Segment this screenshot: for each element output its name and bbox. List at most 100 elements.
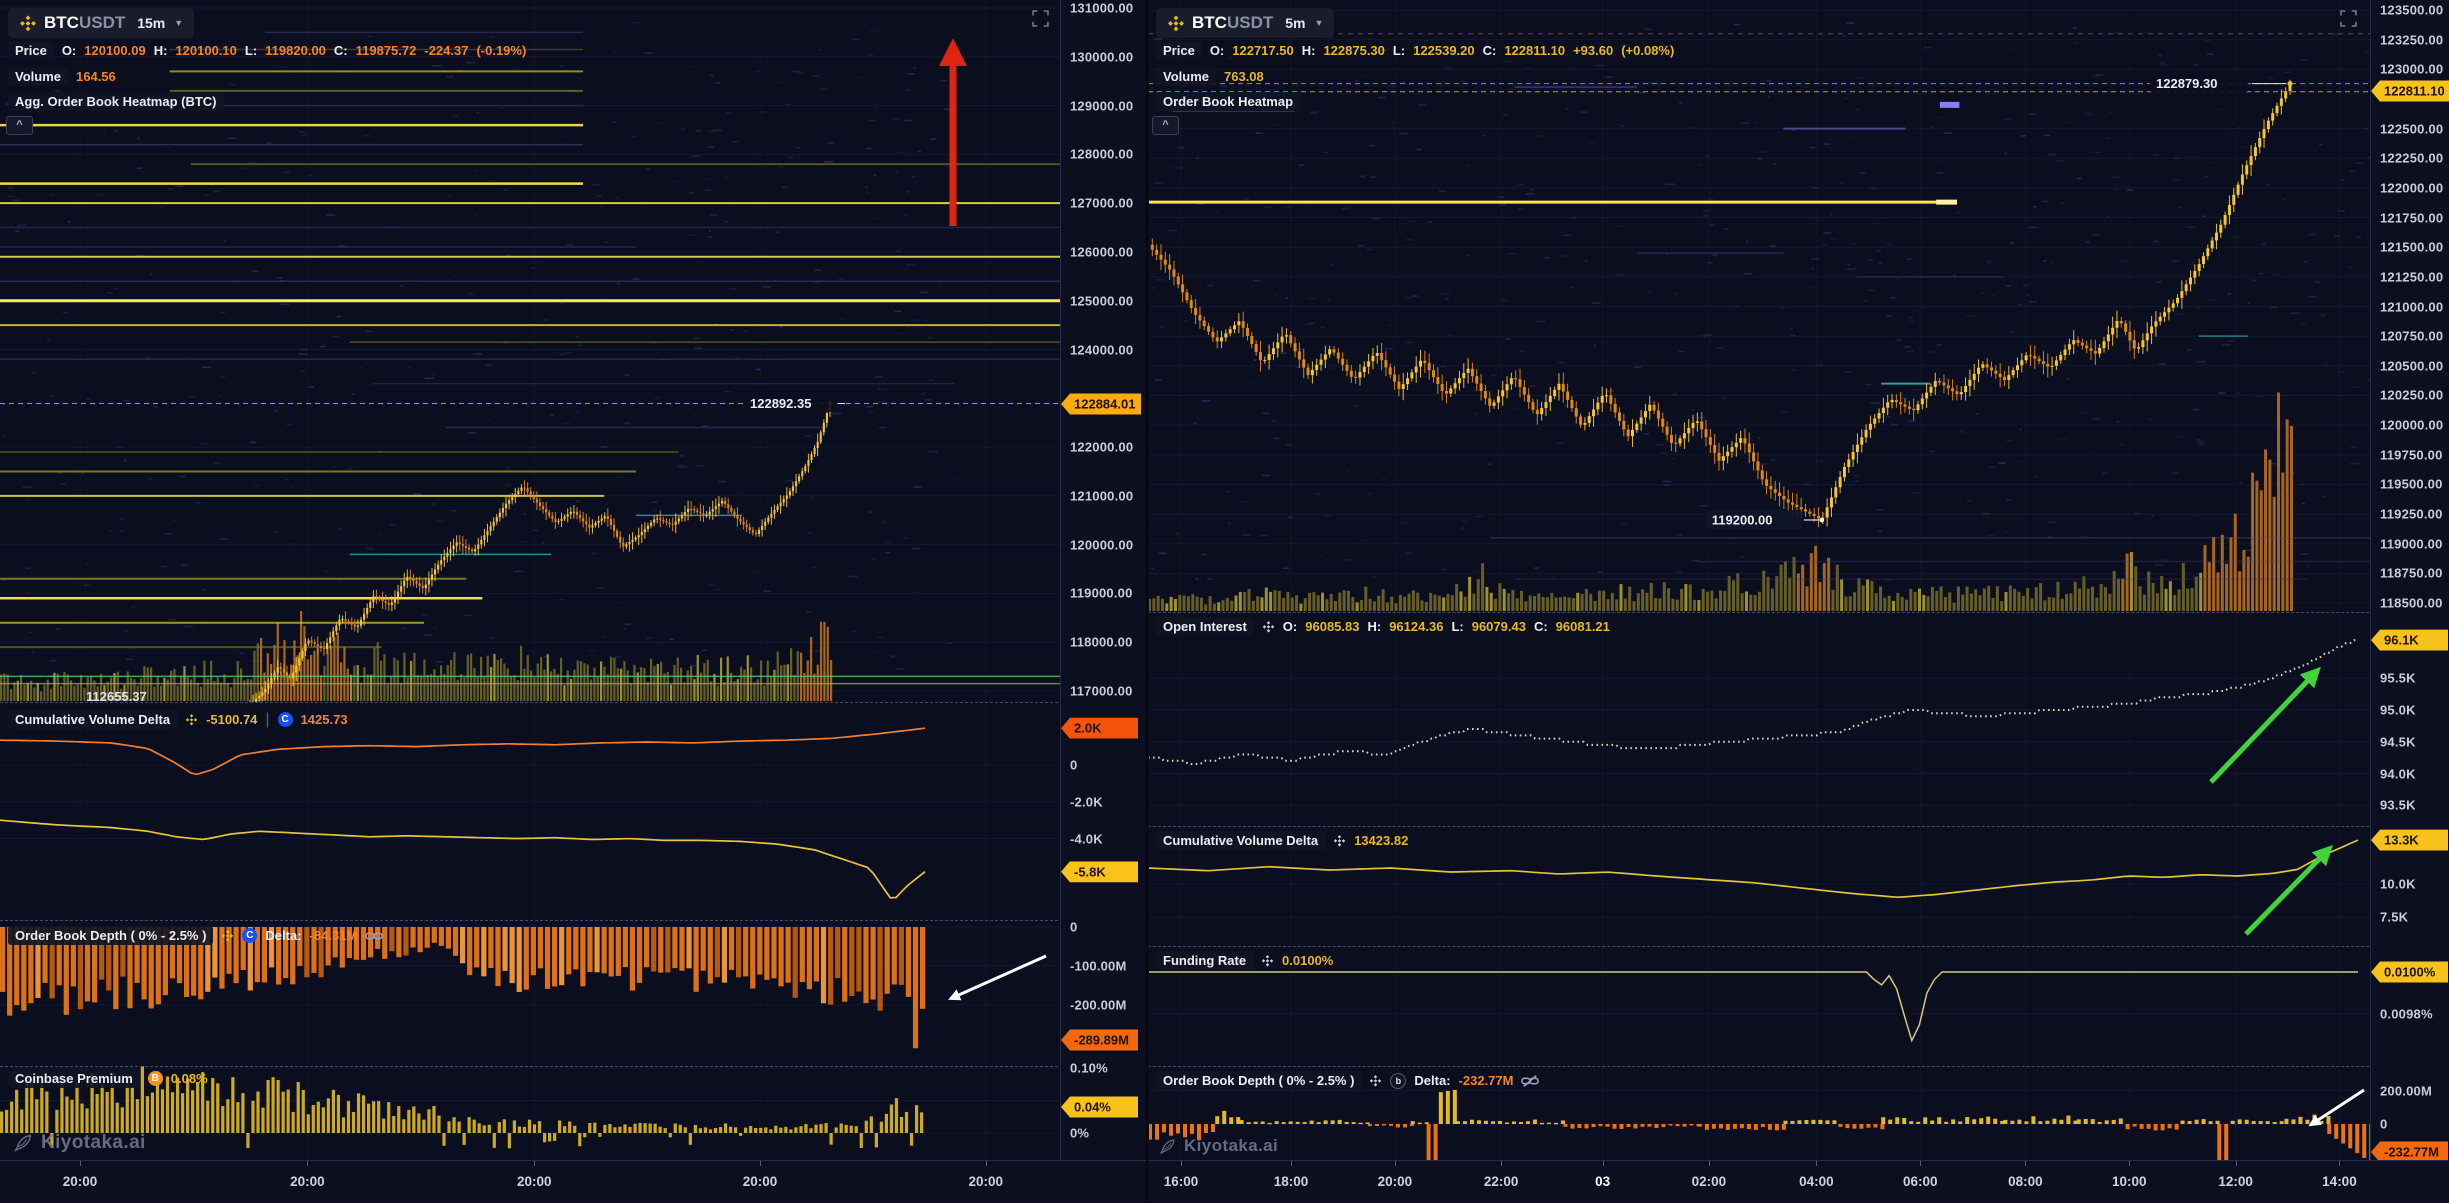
time-label: 20:00 xyxy=(1378,1174,1413,1189)
axis-tick: 95.0K xyxy=(2380,703,2416,718)
time-tick-mark xyxy=(1709,1161,1710,1166)
time-label: 22:00 xyxy=(1484,1174,1519,1189)
oi-low-value: 96079.43 xyxy=(1472,619,1526,634)
time-tick-mark xyxy=(986,1161,987,1166)
axis-price-tag: 96.1K xyxy=(2371,630,2448,651)
left-chart-canvas[interactable]: 112655.37122892.35 xyxy=(0,0,1060,1203)
axis-tick: 120250.00 xyxy=(2380,388,2443,403)
funding-value: 0.0100% xyxy=(1282,953,1333,968)
pane-separator[interactable] xyxy=(1148,946,2449,947)
feather-icon xyxy=(1158,1137,1177,1156)
coinbase-icon: C xyxy=(242,928,257,943)
cvd-label-chip: Cumulative Volume Delta xyxy=(1156,831,1325,850)
symbol-base: BTC xyxy=(1192,13,1227,32)
pane-separator[interactable] xyxy=(1148,612,2449,613)
time-tick-mark xyxy=(1291,1161,1292,1166)
price-change-pct: (-0.19%) xyxy=(476,43,526,58)
coinbase-icon: C xyxy=(278,712,293,727)
time-tick-mark xyxy=(2236,1161,2237,1166)
unlink-icon[interactable] xyxy=(1521,1074,1539,1088)
right-price-axis[interactable]: 123500.00123250.00123000.00122500.001222… xyxy=(2370,0,2449,1160)
pane-separator[interactable] xyxy=(1148,826,2449,827)
trading-dashboard: 112655.37122892.35 122879.30119200.00 13… xyxy=(0,0,2449,1203)
axis-tick: 118750.00 xyxy=(2380,566,2443,581)
watermark-text: Kiyotaka.ai xyxy=(41,1132,146,1154)
left-symbol-selector[interactable]: BTCUSDT 15m ▼ xyxy=(8,8,194,38)
axis-tick: 121000.00 xyxy=(2380,299,2443,314)
time-tick-mark xyxy=(1181,1161,1182,1166)
axis-tick: 119250.00 xyxy=(2380,507,2443,522)
binance-icon xyxy=(19,14,37,32)
ohlc-low-value: 122539.20 xyxy=(1413,43,1474,58)
watermark-text: Kiyotaka.ai xyxy=(1184,1136,1278,1156)
time-tick-mark xyxy=(1501,1161,1502,1166)
ohlc-close-value: 119875.72 xyxy=(356,43,417,58)
funding-label-chip: Funding Rate xyxy=(1156,951,1253,970)
axis-tick: 0% xyxy=(1070,1126,1089,1141)
time-label: 10:00 xyxy=(2112,1174,2147,1189)
axis-tick: 122000.00 xyxy=(1070,440,1133,455)
time-label: 06:00 xyxy=(1903,1174,1938,1189)
right-chart-canvas[interactable]: 122879.30119200.00 xyxy=(1148,0,2370,1203)
chevron-down-icon: ▼ xyxy=(1314,18,1323,28)
time-axis[interactable]: 20:0020:0020:0020:0020:0016:0018:0020:00… xyxy=(0,1160,2449,1203)
oi-label-chip: Open Interest xyxy=(1156,617,1254,636)
axis-tick: 120000.00 xyxy=(2380,418,2443,433)
time-label: 16:00 xyxy=(1164,1174,1199,1189)
left-collapse-button[interactable]: ^ xyxy=(6,116,33,135)
bitcoin-icon: B xyxy=(148,1071,163,1086)
axis-tick: -4.0K xyxy=(1070,831,1103,846)
left-cvd-row: Cumulative Volume Delta -5100.74 | C 142… xyxy=(8,710,348,729)
right-symbol-selector[interactable]: BTCUSDT 5m ▼ xyxy=(1156,8,1334,38)
oi-close-value: 96081.21 xyxy=(1556,619,1610,634)
time-label: 20:00 xyxy=(743,1174,778,1189)
right-heatmap-row: Order Book Heatmap xyxy=(1156,92,1300,111)
axis-price-tag: 122811.10 xyxy=(2371,81,2449,102)
delta-key: Delta: xyxy=(265,928,301,943)
delta-value: -232.77M xyxy=(1459,1073,1514,1088)
axis-tick: 0 xyxy=(1070,758,1077,773)
pane-separator[interactable] xyxy=(1148,1066,2449,1067)
cvd-binance-value: -5100.74 xyxy=(206,712,257,727)
link-icon[interactable] xyxy=(365,930,383,942)
time-label: 20:00 xyxy=(517,1174,552,1189)
time-label: 12:00 xyxy=(2218,1174,2253,1189)
axis-tick: 93.5K xyxy=(2380,798,2416,813)
axis-tick: 7.5K xyxy=(2380,910,2408,925)
left-fullscreen-icon[interactable] xyxy=(1032,10,1049,27)
left-price-axis[interactable]: 131000.00130000.00129000.00128000.001270… xyxy=(1060,0,1149,1160)
right-oi-row: Open Interest O:96085.83 H:96124.36 L:96… xyxy=(1156,617,1610,636)
time-tick-mark xyxy=(2339,1161,2340,1166)
timeframe-selector[interactable]: 15m xyxy=(137,15,165,31)
axis-tick: -100.00M xyxy=(1070,959,1127,974)
pane-separator[interactable] xyxy=(0,920,1148,921)
axis-tick: 128000.00 xyxy=(1070,147,1133,162)
axis-tick: 119500.00 xyxy=(2380,477,2443,492)
delta-key: Delta: xyxy=(1414,1073,1450,1088)
panel-divider[interactable] xyxy=(1146,0,1148,1203)
left-price-row: Price O:120100.09 H:120100.10 L:119820.0… xyxy=(8,41,526,60)
right-fullscreen-icon[interactable] xyxy=(2340,10,2357,27)
time-label: 14:00 xyxy=(2322,1174,2357,1189)
right-collapse-button[interactable]: ^ xyxy=(1152,116,1179,135)
binance-icon xyxy=(1262,620,1275,633)
axis-tick: 94.0K xyxy=(2380,766,2416,781)
time-tick-mark xyxy=(760,1161,761,1166)
axis-price-tag: -289.89M xyxy=(1061,1030,1138,1051)
oi-open-key: O: xyxy=(1283,619,1297,634)
ohlc-close-key: C: xyxy=(1483,43,1497,58)
binance-icon xyxy=(1369,1074,1382,1087)
ohlc-close-key: C: xyxy=(334,43,348,58)
left-obd-row: Order Book Depth ( 0% - 2.5% ) C Delta: … xyxy=(8,926,383,945)
right-cvd-row: Cumulative Volume Delta 13423.82 xyxy=(1156,831,1408,850)
price-change: +93.60 xyxy=(1573,43,1613,58)
chevron-down-icon: ▼ xyxy=(174,18,183,28)
timeframe-selector[interactable]: 5m xyxy=(1285,15,1305,31)
ohlc-open-key: O: xyxy=(1210,43,1224,58)
time-tick-mark xyxy=(1395,1161,1396,1166)
pane-separator[interactable] xyxy=(0,702,1148,703)
right-price-row: Price O:122717.50 H:122875.30 L:122539.2… xyxy=(1156,41,1674,60)
feather-icon xyxy=(12,1132,34,1154)
pane-separator[interactable] xyxy=(0,1066,1148,1067)
symbol-base: BTC xyxy=(44,13,79,32)
